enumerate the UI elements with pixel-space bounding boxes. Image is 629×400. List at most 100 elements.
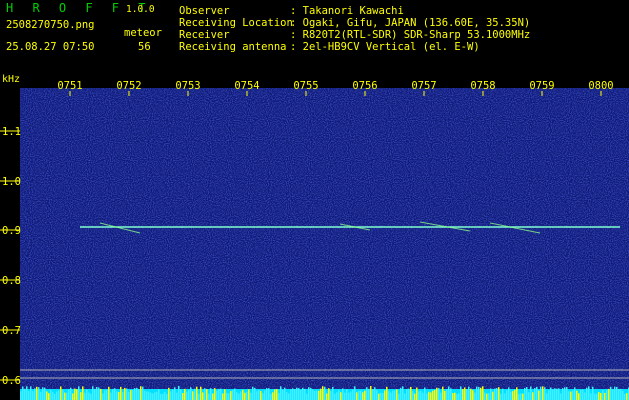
noise-spike: [334, 393, 336, 400]
noise-spike: [28, 390, 30, 400]
noise-spike: [24, 388, 26, 400]
noise-spike: [116, 391, 118, 400]
noise-spike: [294, 389, 296, 400]
noise-spike: [102, 393, 104, 400]
noise-spike: [562, 388, 564, 400]
noise-spike: [74, 388, 76, 400]
noise-spike: [550, 387, 552, 400]
noise-spike: [306, 393, 308, 400]
noise-spike: [200, 386, 202, 400]
noise-spike: [52, 391, 54, 400]
noise-spike: [302, 387, 304, 400]
noise-spike: [252, 386, 254, 400]
axis-unit: kHz: [2, 74, 20, 85]
noise-spike: [396, 389, 398, 400]
noise-spike: [32, 391, 34, 400]
time-tick-label: 0757: [411, 80, 436, 92]
noise-spike: [602, 390, 604, 400]
noise-spike: [48, 393, 50, 400]
noise-spike: [394, 390, 396, 400]
noise-spike: [198, 393, 200, 400]
noise-spike: [480, 387, 482, 400]
noise-spike: [498, 387, 500, 400]
spectrogram-speckle: [20, 88, 629, 398]
noise-spike: [338, 390, 340, 400]
noise-spike: [168, 387, 170, 400]
meteor-label: meteor: [124, 27, 162, 39]
noise-spike: [332, 386, 334, 400]
info-value-receiver: : R820T2(RTL-SDR) SDR-Sharp 53.1000MHz: [290, 29, 531, 41]
noise-spike: [490, 388, 492, 400]
noise-spike: [448, 386, 450, 400]
noise-spike: [454, 392, 456, 400]
noise-spike: [46, 391, 48, 400]
noise-spike: [264, 390, 266, 400]
noise-spike: [290, 389, 292, 400]
noise-spike: [150, 392, 152, 400]
header: H R O F F T 1.0.0 2508270750.png meteor …: [0, 0, 629, 70]
noise-spike: [468, 386, 470, 400]
noise-spike: [500, 393, 502, 400]
noise-spike: [404, 393, 406, 400]
time-tick-label: 0753: [175, 80, 200, 92]
noise-spike: [364, 390, 366, 400]
noise-spike: [474, 392, 476, 400]
noise-spike: [70, 387, 72, 400]
noise-spike: [96, 386, 98, 400]
noise-spike: [456, 393, 458, 400]
noise-spike: [330, 390, 332, 400]
noise-spike: [524, 387, 526, 400]
noise-spike: [170, 391, 172, 400]
time-tick-label: 0751: [57, 80, 82, 92]
noise-spike: [548, 390, 550, 400]
noise-spike: [552, 389, 554, 400]
noise-spike: [154, 392, 156, 400]
noise-spike: [624, 393, 626, 400]
noise-spike: [614, 386, 616, 400]
noise-spike: [188, 389, 190, 400]
noise-spike: [378, 393, 380, 400]
noise-spike: [532, 392, 534, 400]
info-label-antenna: Receiving antenna: [179, 41, 287, 53]
noise-spike: [160, 393, 162, 400]
noise-spike: [576, 390, 578, 400]
noise-spike: [408, 388, 410, 400]
noise-spike: [300, 390, 302, 400]
noise-spike: [326, 393, 328, 400]
noise-spike: [180, 389, 182, 400]
noise-spike: [464, 387, 466, 400]
noise-spike: [190, 387, 192, 400]
noise-spike: [142, 386, 144, 400]
info-value-antenna: : 2el-HB9CV Vertical (el. E-W): [290, 41, 480, 53]
noise-spike: [590, 393, 592, 400]
noise-spike: [298, 388, 300, 400]
time-tick-label: 0756: [352, 80, 377, 92]
noise-spike: [260, 391, 262, 400]
noise-spike: [592, 386, 594, 400]
noise-spike: [470, 388, 472, 400]
freq-tick-label: 1.0: [2, 176, 21, 188]
noise-spike: [608, 388, 610, 400]
noise-spike: [496, 388, 498, 400]
noise-spike: [256, 391, 258, 400]
noise-spike: [196, 386, 198, 400]
noise-spike: [76, 389, 78, 400]
noise-spike: [92, 386, 94, 400]
noise-spike: [110, 392, 112, 400]
noise-spike: [148, 391, 150, 400]
noise-spike: [460, 386, 462, 400]
freq-tick-label: 0.9: [2, 225, 21, 237]
noise-spike: [472, 390, 474, 400]
noise-spike: [336, 392, 338, 400]
noise-spike: [362, 392, 364, 400]
noise-spike: [50, 389, 52, 400]
noise-spike: [184, 388, 186, 400]
noise-spike: [34, 388, 36, 400]
noise-spike: [598, 392, 600, 400]
noise-spike: [262, 393, 264, 400]
noise-spike: [380, 392, 382, 400]
noise-spike: [568, 391, 570, 400]
noise-spike: [304, 388, 306, 400]
noise-spike: [580, 389, 582, 400]
noise-spike: [458, 393, 460, 400]
